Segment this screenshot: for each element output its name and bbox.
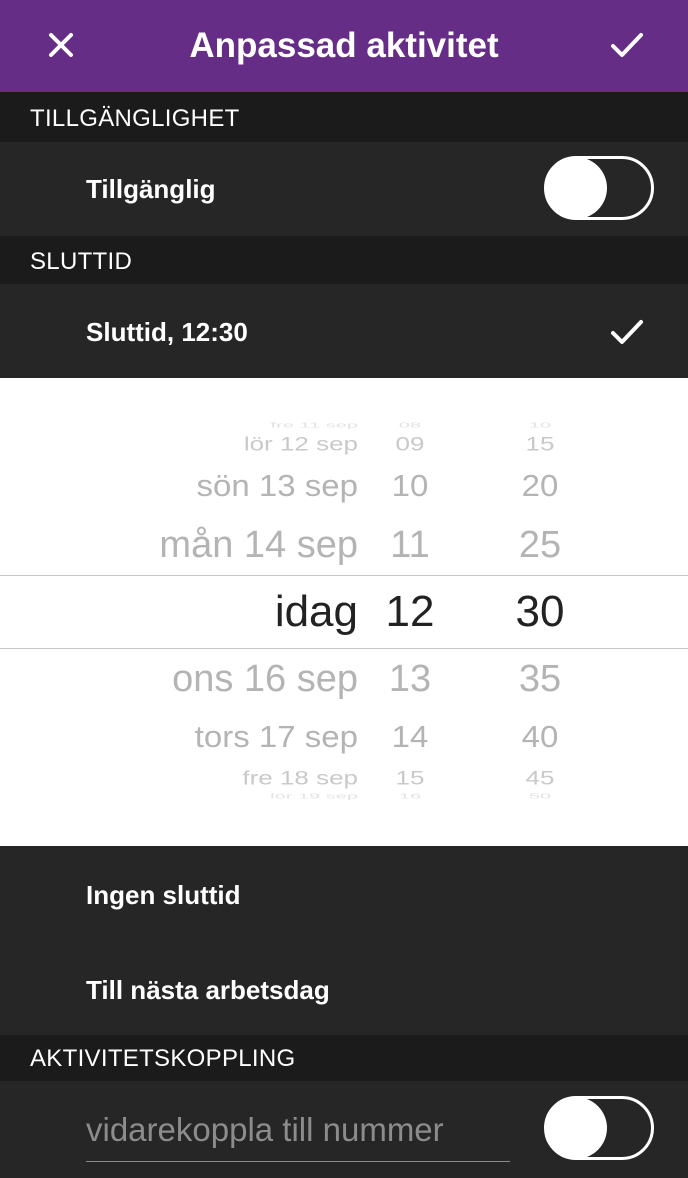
picker-day-item[interactable]: fre 18 sep bbox=[242, 768, 358, 788]
picker-hour-item-selected[interactable]: 12 bbox=[375, 590, 445, 634]
section-header-availability: TILLGÄNGLIGHET bbox=[0, 92, 688, 142]
picker-day-item[interactable]: lör 12 sep bbox=[244, 434, 358, 454]
end-time-label: Sluttid, 12:30 bbox=[86, 317, 248, 347]
picker-hour-column[interactable]: 08 09 10 11 12 13 14 15 16 bbox=[375, 378, 445, 846]
confirm-button[interactable] bbox=[602, 22, 652, 68]
picker-minute-item[interactable]: 10 bbox=[500, 422, 580, 429]
picker-hour-item[interactable]: 11 bbox=[375, 526, 445, 564]
picker-minute-item[interactable]: 45 bbox=[500, 768, 580, 788]
picker-hour-item[interactable]: 09 bbox=[375, 434, 445, 454]
picker-hour-item[interactable]: 08 bbox=[375, 422, 445, 429]
checkmark-icon bbox=[611, 320, 643, 344]
forwarding-number-field bbox=[86, 1106, 510, 1162]
picker-hour-item[interactable]: 10 bbox=[375, 470, 445, 500]
end-time-row[interactable]: Sluttid, 12:30 bbox=[0, 284, 688, 378]
picker-hour-item[interactable]: 13 bbox=[375, 660, 445, 698]
availability-toggle[interactable] bbox=[544, 156, 654, 220]
availability-row: Tillgänglig bbox=[0, 142, 688, 236]
date-time-picker[interactable]: fre 11 sep lör 12 sep sön 13 sep mån 14 sep… bbox=[0, 378, 688, 846]
picker-hour-item[interactable]: 15 bbox=[375, 768, 445, 788]
toggle-knob bbox=[545, 1097, 607, 1159]
picker-minute-item[interactable]: 20 bbox=[500, 470, 580, 500]
picker-day-item-selected[interactable]: idag bbox=[275, 590, 358, 634]
picker-minute-item[interactable]: 50 bbox=[500, 793, 580, 800]
picker-day-item[interactable]: fre 11 sep bbox=[271, 422, 358, 429]
next-workday-label: Till nästa arbetsdag bbox=[86, 975, 330, 1005]
picker-minute-item-selected[interactable]: 30 bbox=[500, 590, 580, 634]
picker-minute-column[interactable]: 10 15 20 25 30 35 40 45 50 bbox=[500, 378, 580, 846]
section-header-end-time: SLUTTID bbox=[0, 236, 688, 284]
picker-day-item[interactable]: tors 17 sep bbox=[195, 721, 358, 751]
section-header-forwarding: AKTIVITETSKOPPLING bbox=[0, 1035, 688, 1081]
option-no-end-time[interactable]: Ingen sluttid bbox=[0, 846, 688, 941]
app-header: Anpassad aktivitet bbox=[0, 0, 688, 92]
picker-minute-item[interactable]: 40 bbox=[500, 721, 580, 751]
picker-day-item[interactable]: ons 16 sep bbox=[172, 660, 358, 698]
picker-day-item[interactable]: lör 19 sep bbox=[270, 793, 358, 800]
checkmark-icon bbox=[611, 33, 643, 57]
no-end-time-label: Ingen sluttid bbox=[86, 880, 241, 910]
picker-minute-item[interactable]: 15 bbox=[500, 434, 580, 454]
availability-label: Tillgänglig bbox=[86, 174, 216, 204]
picker-day-column[interactable]: fre 11 sep lör 12 sep sön 13 sep mån 14 sep… bbox=[0, 378, 358, 846]
picker-minute-item[interactable]: 35 bbox=[500, 660, 580, 698]
picker-day-item[interactable]: mån 14 sep bbox=[159, 526, 358, 564]
picker-day-item[interactable]: sön 13 sep bbox=[197, 470, 358, 500]
option-next-workday[interactable]: Till nästa arbetsdag bbox=[0, 941, 688, 1035]
page-title: Anpassad aktivitet bbox=[189, 26, 499, 65]
picker-hour-item[interactable]: 16 bbox=[375, 793, 445, 800]
picker-hour-item[interactable]: 14 bbox=[375, 721, 445, 751]
forwarding-toggle[interactable] bbox=[544, 1096, 654, 1160]
toggle-knob bbox=[545, 157, 607, 219]
forwarding-number-input[interactable] bbox=[86, 1106, 510, 1154]
picker-minute-item[interactable]: 25 bbox=[500, 526, 580, 564]
